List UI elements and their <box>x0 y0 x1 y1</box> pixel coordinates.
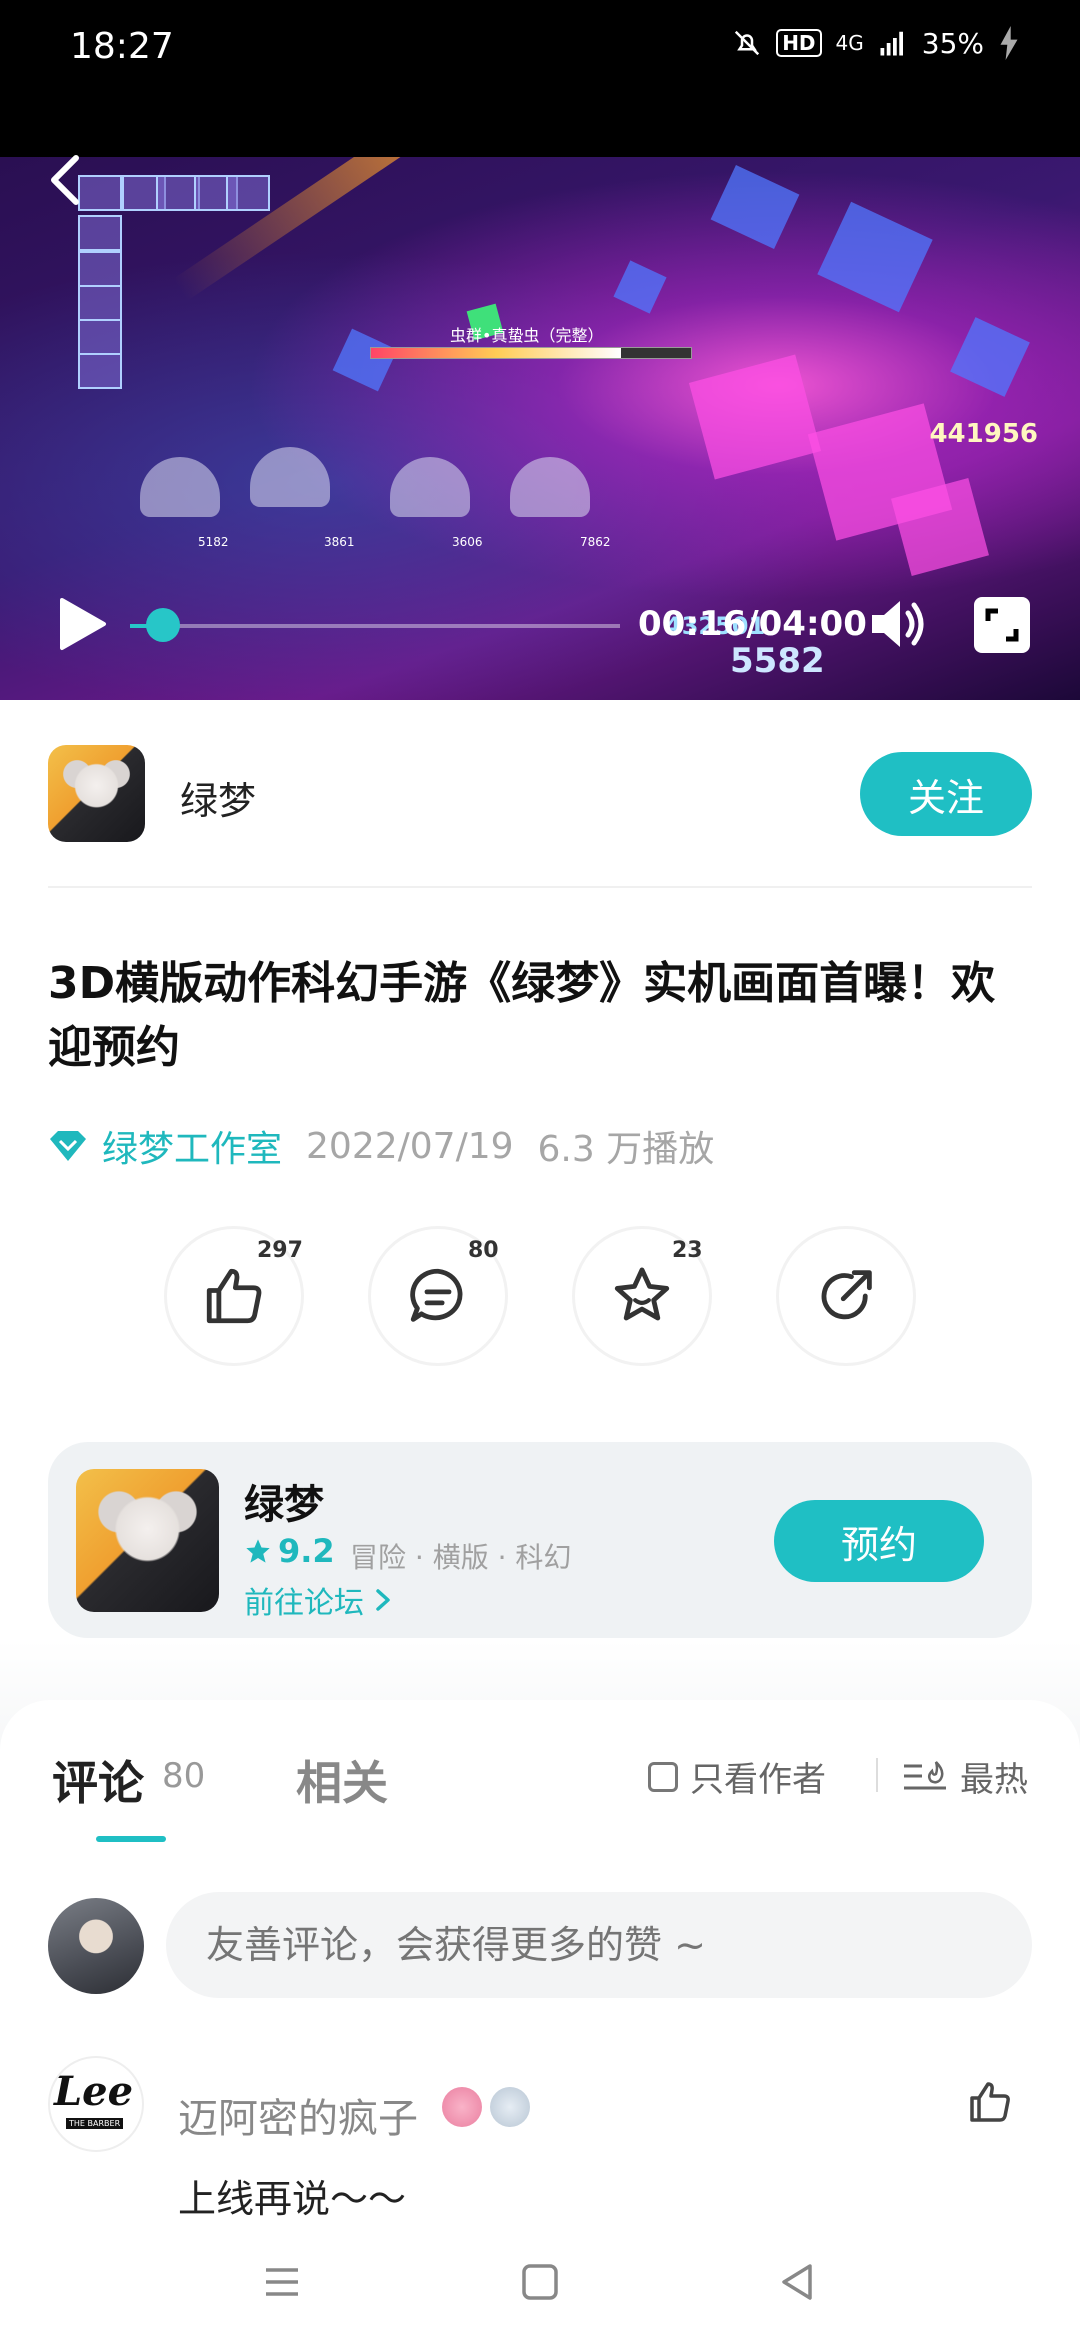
tab-comments[interactable]: 评论 <box>52 1747 144 1813</box>
comment-input[interactable] <box>166 1892 1032 1998</box>
commenter-avatar[interactable]: Lee THE BARBER <box>48 2056 144 2152</box>
game-tags: 冒险 · 横版 · 科幻 <box>350 1541 572 1574</box>
battery-charging-icon <box>1000 26 1018 60</box>
tab-indicator <box>96 1836 166 1842</box>
comment-count: 80 <box>468 1238 499 1263</box>
avatar-logo-text: Lee <box>54 2068 134 2115</box>
hd-icon: HD <box>776 29 822 57</box>
progress-track[interactable] <box>130 624 620 628</box>
hero-hp-4: 7862 <box>580 535 611 549</box>
sort-icon <box>904 1760 946 1789</box>
favorite-count: 23 <box>672 1238 703 1263</box>
hero-hp-1: 5182 <box>198 535 229 549</box>
commenter-name[interactable]: 迈阿密的疯子 <box>178 2086 418 2144</box>
bell-muted-icon <box>735 30 760 56</box>
tab-comments-count: 80 <box>162 1756 206 1796</box>
status-bar: 18:27 HD 4G 35% <box>0 0 1080 157</box>
fullscreen-button[interactable] <box>974 597 1030 653</box>
back-icon[interactable] <box>40 150 90 210</box>
rating-value: 9.2 <box>278 1532 335 1570</box>
progress-thumb[interactable] <box>145 608 180 642</box>
comment-icon <box>410 1268 463 1322</box>
comment-like-icon[interactable] <box>966 2078 1014 2126</box>
follow-button[interactable]: 关注 <box>860 752 1032 836</box>
status-icons: HD 4G 35% <box>732 26 1020 60</box>
back-nav-icon[interactable] <box>768 2252 828 2312</box>
boss-hp-bar <box>370 347 692 359</box>
reserve-button[interactable]: 预约 <box>774 1500 984 1582</box>
share-icon <box>821 1270 872 1320</box>
forum-link-label: 前往论坛 <box>244 1586 364 1621</box>
battery-percent: 35% <box>921 26 984 60</box>
signal-icon <box>880 31 903 56</box>
tab-related[interactable]: 相关 <box>296 1747 388 1813</box>
like-count: 297 <box>257 1238 303 1263</box>
my-avatar[interactable] <box>48 1898 144 1994</box>
comment-text: 上线再说～～ <box>178 2177 407 2221</box>
author-name[interactable]: 绿梦 <box>180 770 256 825</box>
menu-icon[interactable] <box>252 2252 312 2312</box>
thumbs-up-icon <box>206 1268 262 1324</box>
forum-link[interactable]: 前往论坛 <box>244 1578 394 1622</box>
status-time: 18:27 <box>70 26 174 67</box>
divider <box>876 1758 878 1792</box>
network-label: 4G <box>835 31 864 55</box>
damage-number: 5582 <box>730 641 825 681</box>
video-time: 00:16/04:00 <box>638 604 867 644</box>
publish-date: 2022/07/19 <box>306 1125 514 1167</box>
sort-hot-button[interactable]: 最热 <box>902 1752 1028 1801</box>
author-avatar[interactable] <box>48 745 145 842</box>
user-level-badge <box>442 2087 482 2127</box>
divider <box>48 886 1032 888</box>
game-icon[interactable] <box>76 1469 219 1612</box>
author-only-toggle[interactable]: 只看作者 <box>648 1752 826 1801</box>
score: 441956 <box>929 419 1038 449</box>
diamond-badge-icon <box>50 1131 86 1161</box>
avatar-logo-subtext: THE BARBER <box>66 2118 124 2129</box>
hero-hp-2: 3861 <box>324 535 355 549</box>
play-count: 6.3 万播放 <box>537 1129 715 1170</box>
boss-name: 虫群•真蛰虫（完整） <box>450 326 604 345</box>
star-icon <box>614 1267 670 1321</box>
hero-hp-3: 3606 <box>452 535 483 549</box>
volume-icon[interactable] <box>868 597 928 651</box>
user-badge <box>490 2087 530 2127</box>
game-rating: 9.2 <box>244 1532 335 1570</box>
author-only-label: 只看作者 <box>690 1760 826 1800</box>
game-name[interactable]: 绿梦 <box>244 1472 324 1530</box>
author-only-checkbox[interactable] <box>648 1761 678 1792</box>
play-icon[interactable] <box>56 596 108 652</box>
post-meta: 绿梦工作室 2022/07/19 6.3 万播放 <box>48 1120 714 1172</box>
share-button[interactable] <box>776 1226 916 1366</box>
chevron-right-icon <box>376 1589 390 1611</box>
fullscreen-icon <box>985 608 1019 642</box>
studio-name[interactable]: 绿梦工作室 <box>102 1120 282 1172</box>
sort-label: 最热 <box>960 1760 1028 1800</box>
rating-star-icon <box>246 1539 270 1563</box>
video-title: 3D横版动作科幻手游《绿梦》实机画面首曝！欢迎预约 <box>48 958 996 1073</box>
home-icon[interactable] <box>510 2252 570 2312</box>
